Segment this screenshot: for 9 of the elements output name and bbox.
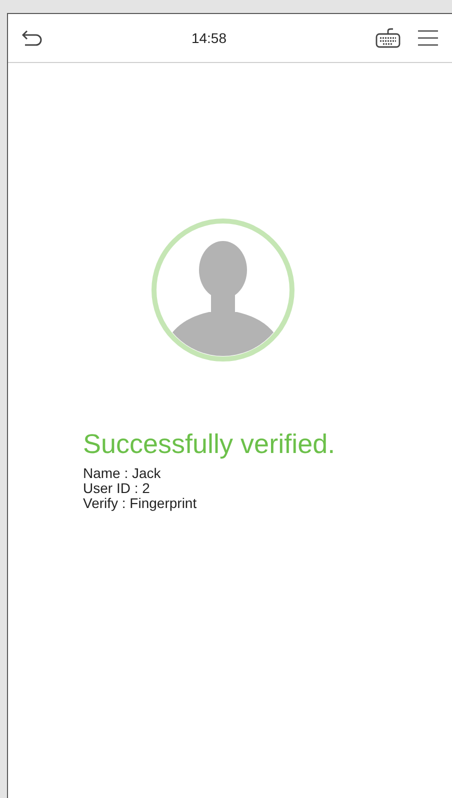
menu-icon [417,29,439,47]
detail-text: User ID : 2 [83,481,151,496]
success-message: Successfully verified. [83,429,336,459]
user-avatar-icon [151,218,295,362]
keyboard-icon [375,27,401,49]
back-icon [21,29,43,47]
clock-time: 14:58 [191,28,227,48]
detail-text: Verify : Fingerprint [83,496,198,511]
detail-text: Name : Jack [83,466,162,481]
